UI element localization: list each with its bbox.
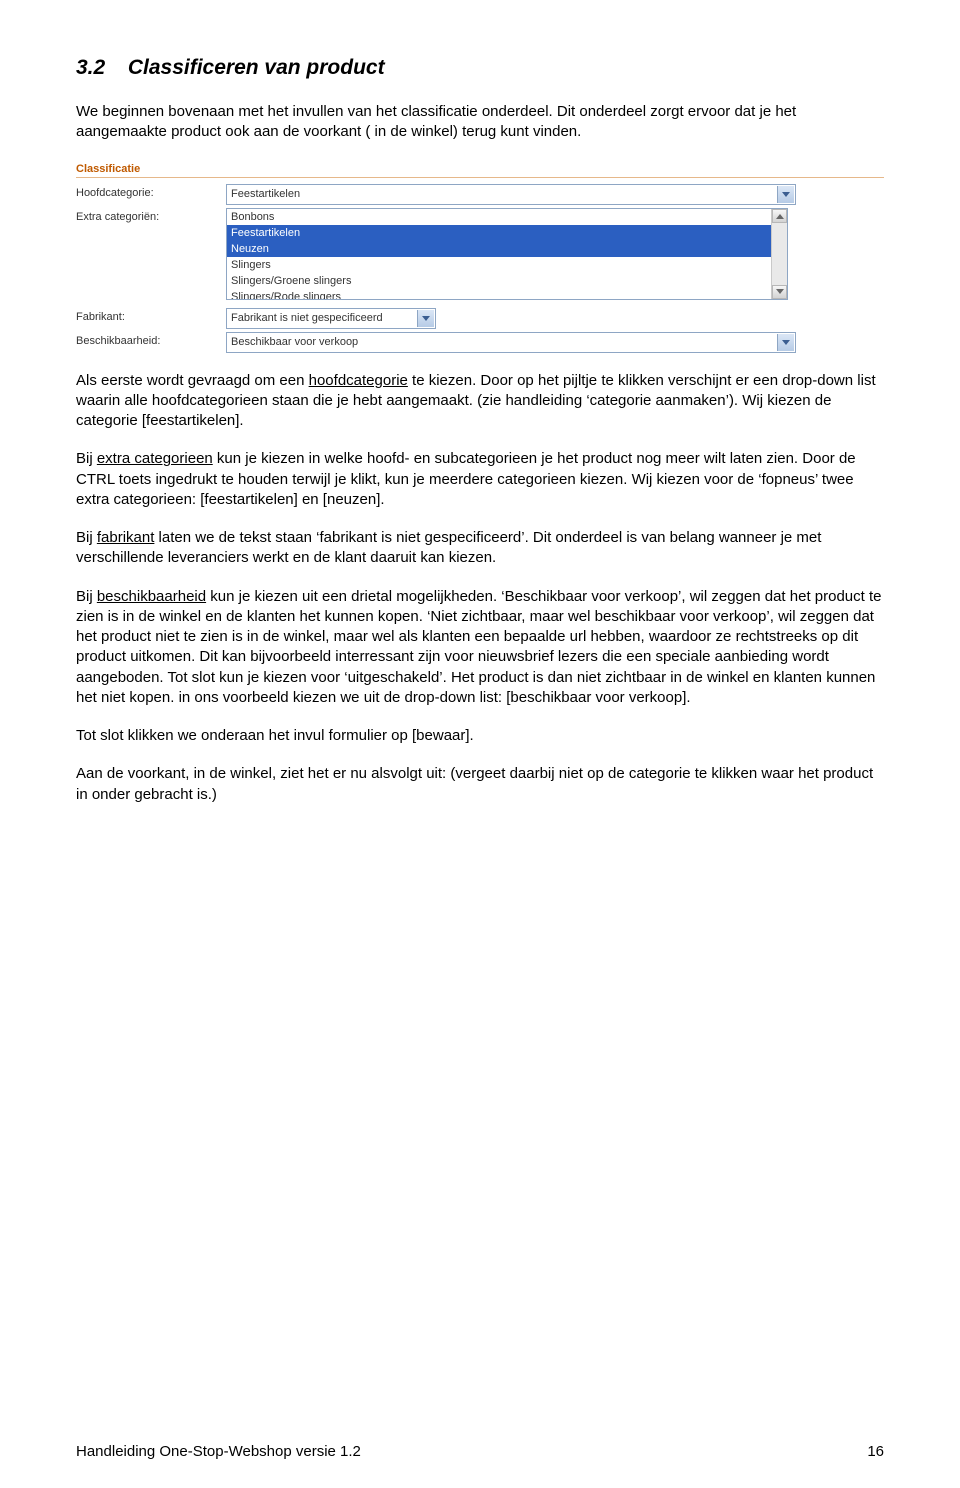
body-paragraph: Als eerste wordt gevraagd om een hoofdca…	[76, 371, 884, 432]
manufacturer-value: Fabrikant is niet gespecificeerd	[231, 312, 383, 324]
body-text: Bij	[76, 588, 97, 605]
listbox-option[interactable]: Slingers/Groene slingers	[227, 273, 787, 289]
body-paragraph: Tot slot klikken we onderaan het invul f…	[76, 726, 884, 746]
body-text: Bij	[76, 529, 97, 546]
chevron-down-icon	[777, 334, 794, 351]
scroll-up-button[interactable]	[772, 209, 787, 223]
footer-title: Handleiding One-Stop-Webshop versie 1.2	[76, 1443, 361, 1460]
listbox-option[interactable]: Feestartikelen	[227, 225, 787, 241]
underline-hoofdcategorie: hoofdcategorie	[309, 372, 408, 389]
scroll-down-button[interactable]	[772, 285, 787, 299]
underline-beschikbaarheid: beschikbaarheid	[97, 588, 206, 605]
main-category-value: Feestartikelen	[231, 188, 300, 200]
section-title: Classificeren van product	[128, 56, 385, 79]
listbox-option[interactable]: Slingers	[227, 257, 787, 273]
body-text: Bij	[76, 450, 97, 467]
underline-fabrikant: fabrikant	[97, 529, 155, 546]
classification-form-screenshot: Classificatie Hoofdcategorie: Feestartik…	[76, 161, 884, 353]
body-paragraph: Bij extra categorieen kun je kiezen in w…	[76, 449, 884, 510]
extra-categories-listbox[interactable]: BonbonsFeestartikelenNeuzenSlingersSling…	[226, 208, 788, 300]
listbox-option[interactable]: Slingers/Rode slingers	[227, 289, 787, 300]
body-paragraph: Aan de voorkant, in de winkel, ziet het …	[76, 764, 884, 805]
page-number: 16	[867, 1443, 884, 1460]
body-text: Als eerste wordt gevraagd om een	[76, 372, 309, 389]
chevron-down-icon	[417, 310, 434, 327]
form-section-title: Classificatie	[76, 161, 884, 178]
availability-select[interactable]: Beschikbaar voor verkoop	[226, 332, 796, 353]
section-heading: 3.2 Classificeren van product	[76, 56, 884, 80]
extra-categories-label: Extra categoriën:	[76, 208, 226, 223]
listbox-option[interactable]: Neuzen	[227, 241, 787, 257]
body-paragraph: Bij fabrikant laten we de tekst staan ‘f…	[76, 528, 884, 569]
main-category-select[interactable]: Feestartikelen	[226, 184, 796, 205]
page-footer: Handleiding One-Stop-Webshop versie 1.2 …	[76, 1443, 884, 1460]
availability-label: Beschikbaarheid:	[76, 332, 226, 347]
manufacturer-select[interactable]: Fabrikant is niet gespecificeerd	[226, 308, 436, 329]
section-number: 3.2	[76, 56, 122, 80]
underline-extra-categorieen: extra categorieen	[97, 450, 213, 467]
listbox-option[interactable]: Bonbons	[227, 209, 787, 225]
manufacturer-label: Fabrikant:	[76, 308, 226, 323]
availability-value: Beschikbaar voor verkoop	[231, 336, 358, 348]
listbox-scrollbar[interactable]	[771, 209, 787, 299]
body-text: kun je kiezen uit een drietal mogelijkhe…	[76, 588, 882, 706]
body-paragraph: Bij beschikbaarheid kun je kiezen uit ee…	[76, 587, 884, 709]
main-category-label: Hoofdcategorie:	[76, 184, 226, 199]
chevron-down-icon	[777, 186, 794, 203]
body-text: laten we de tekst staan ‘fabrikant is ni…	[76, 529, 821, 566]
intro-paragraph: We beginnen bovenaan met het invullen va…	[76, 102, 884, 143]
